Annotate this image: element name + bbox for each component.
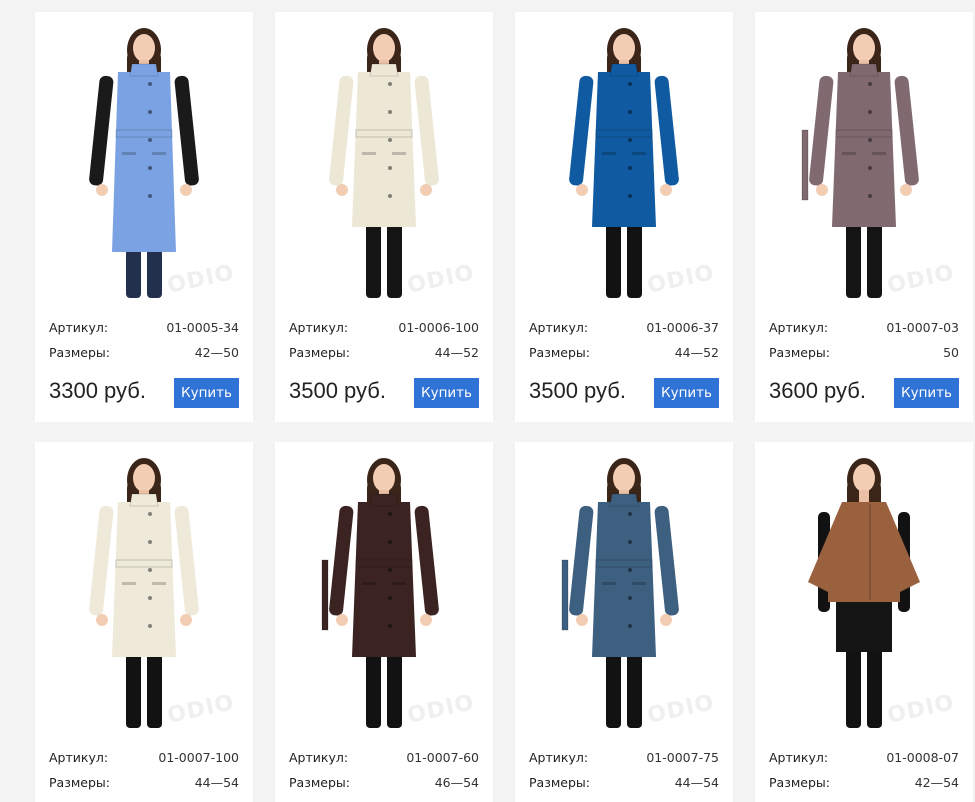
model-figure — [808, 458, 920, 728]
article-row: Артикул: 01-0007-03 — [769, 320, 959, 338]
buy-button[interactable]: Купить — [414, 378, 479, 408]
sizes-row: Размеры: 46—54 — [289, 775, 479, 793]
article-value: 01-0007-100 — [158, 750, 239, 765]
article-row: Артикул: 01-0005-34 — [49, 320, 239, 338]
product-card[interactable]: ODIO Артикул: 01-0007-75 Размеры: 44—54 — [515, 442, 733, 802]
sizes-row: Размеры: 44—52 — [529, 345, 719, 363]
article-value: 01-0007-03 — [886, 320, 959, 335]
article-label: Артикул: — [769, 320, 829, 335]
sizes-label: Размеры: — [529, 345, 590, 360]
product-image[interactable]: ODIO — [35, 442, 253, 728]
sizes-label: Размеры: — [529, 775, 590, 790]
sizes-label: Размеры: — [49, 345, 110, 360]
product-price: 3300 руб. — [49, 378, 147, 403]
sizes-label: Размеры: — [289, 345, 350, 360]
article-row: Артикул: 01-0007-100 — [49, 750, 239, 768]
article-value: 01-0006-100 — [398, 320, 479, 335]
article-row: Артикул: 01-0006-37 — [529, 320, 719, 338]
product-card[interactable]: ODIO Артикул: 01-0008-07 Размеры: 42—54 — [755, 442, 973, 802]
article-row: Артикул: 01-0007-75 — [529, 750, 719, 768]
sizes-row: Размеры: 44—54 — [529, 775, 719, 793]
article-label: Артикул: — [529, 320, 589, 335]
sizes-value: 44—52 — [434, 345, 479, 360]
product-card[interactable]: ODIO Артикул: 01-0007-100 Размеры: 44—54 — [35, 442, 253, 802]
product-image[interactable]: ODIO — [515, 12, 733, 298]
article-label: Артикул: — [49, 320, 109, 335]
article-row: Артикул: 01-0007-60 — [289, 750, 479, 768]
article-value: 01-0006-37 — [646, 320, 719, 335]
article-value: 01-0007-60 — [406, 750, 479, 765]
article-label: Артикул: — [529, 750, 589, 765]
sizes-label: Размеры: — [49, 775, 110, 790]
model-figure — [561, 458, 679, 728]
model-figure — [329, 28, 439, 298]
product-image[interactable]: ODIO — [275, 12, 493, 298]
product-card[interactable]: ODIO Артикул: 01-0007-03 Размеры: 50 3600 руб… — [755, 12, 973, 422]
article-label: Артикул: — [769, 750, 829, 765]
buy-button[interactable]: Купить — [894, 378, 959, 408]
model-figure — [321, 458, 439, 728]
article-value: 01-0005-34 — [166, 320, 239, 335]
article-value: 01-0008-07 — [886, 750, 959, 765]
sizes-value: 42—54 — [914, 775, 959, 790]
article-label: Артикул: — [49, 750, 109, 765]
sizes-value: 44—54 — [674, 775, 719, 790]
product-price: 3500 руб. — [529, 378, 627, 403]
sizes-value: 44—54 — [194, 775, 239, 790]
sizes-row: Размеры: 44—52 — [289, 345, 479, 363]
model-figure — [89, 458, 199, 728]
sizes-value: 44—52 — [674, 345, 719, 360]
sizes-row: Размеры: 50 — [769, 345, 959, 363]
sizes-value: 50 — [943, 345, 959, 360]
article-value: 01-0007-75 — [646, 750, 719, 765]
product-image[interactable]: ODIO — [515, 442, 733, 728]
product-card[interactable]: ODIO Артикул: 01-0006-100 Размеры: 44—52 3500… — [275, 12, 493, 422]
sizes-row: Размеры: 42—54 — [769, 775, 959, 793]
product-image[interactable]: ODIO — [755, 12, 973, 298]
product-image[interactable]: ODIO — [755, 442, 973, 728]
sizes-label: Размеры: — [769, 345, 830, 360]
product-card[interactable]: ODIO Артикул: 01-0006-37 Размеры: 44—52 3500 … — [515, 12, 733, 422]
sizes-label: Размеры: — [289, 775, 350, 790]
product-image[interactable]: ODIO — [275, 442, 493, 728]
product-price: 3600 руб. — [769, 378, 867, 403]
model-figure — [569, 28, 679, 298]
buy-button[interactable]: Купить — [174, 378, 239, 408]
sizes-row: Размеры: 44—54 — [49, 775, 239, 793]
article-label: Артикул: — [289, 320, 349, 335]
sizes-row: Размеры: 42—50 — [49, 345, 239, 363]
buy-button[interactable]: Купить — [654, 378, 719, 408]
model-figure — [801, 28, 919, 298]
article-row: Артикул: 01-0006-100 — [289, 320, 479, 338]
product-card[interactable]: ODIO Артикул: 01-0007-60 Размеры: 46—54 — [275, 442, 493, 802]
article-row: Артикул: 01-0008-07 — [769, 750, 959, 768]
article-label: Артикул: — [289, 750, 349, 765]
sizes-value: 42—50 — [194, 345, 239, 360]
product-image[interactable]: ODIO — [35, 12, 253, 298]
model-figure — [89, 28, 199, 298]
product-price: 3500 руб. — [289, 378, 387, 403]
product-card[interactable]: ODIO Артикул: 01-0005-34 Размеры: 42—50 3300 … — [35, 12, 253, 422]
sizes-label: Размеры: — [769, 775, 830, 790]
sizes-value: 46—54 — [434, 775, 479, 790]
